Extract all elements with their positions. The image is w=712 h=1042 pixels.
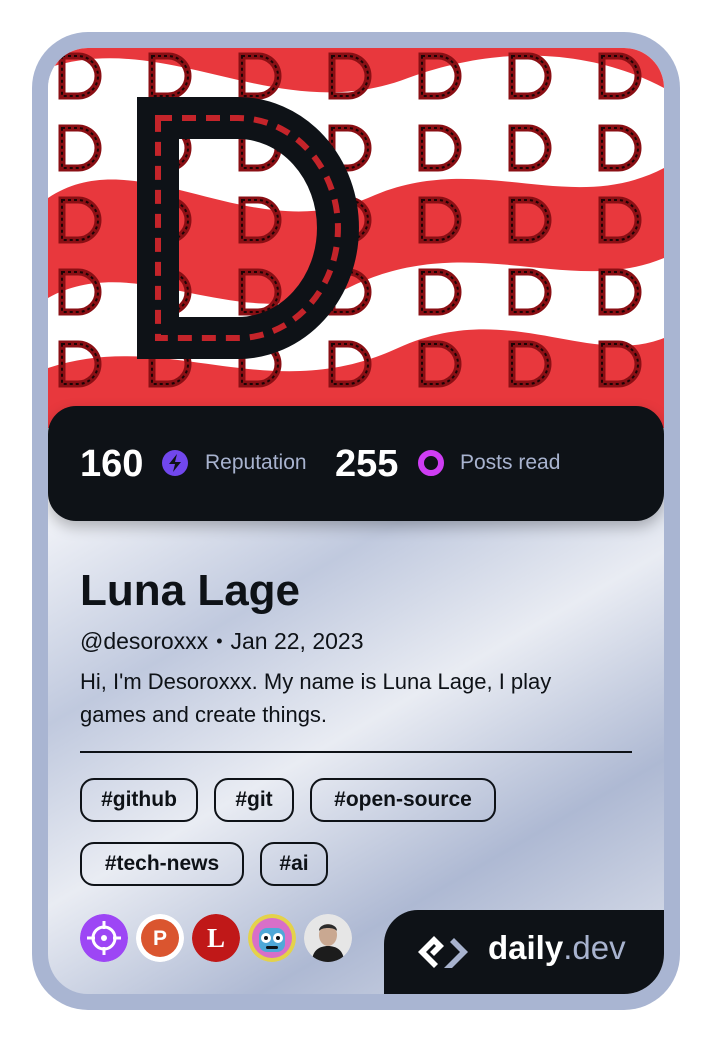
profile-name: Luna Lage (80, 566, 301, 615)
meta-separator: • (216, 631, 223, 651)
profile-meta: @desoroxxx • Jan 22, 2023 (80, 626, 364, 656)
robot-avatar-icon[interactable] (248, 914, 296, 962)
reputation-label: Reputation (205, 451, 307, 474)
profile-bio: Hi, I'm Desoroxxx. My name is Luna Lage,… (80, 669, 552, 727)
tag-chip[interactable]: #ai (260, 842, 328, 886)
profile-card: 160 Reputation 255 Posts read Luna Lage … (48, 48, 664, 994)
divider (80, 751, 632, 753)
reputation-value: 160 (80, 443, 144, 485)
tag-chip[interactable]: #git (214, 778, 294, 822)
l-squad-letter: L (207, 923, 225, 953)
l-squad-icon[interactable]: L (192, 914, 240, 962)
lightning-icon (162, 450, 188, 476)
tag-chip[interactable]: #github (80, 778, 198, 822)
person-avatar-icon[interactable] (304, 914, 352, 962)
cover-image (48, 48, 664, 428)
brand-name: daily.dev (488, 928, 626, 968)
brand-name-tld: .dev (563, 929, 626, 966)
posts-read-value: 255 (335, 443, 399, 485)
stats-bar: 160 Reputation 255 Posts read (48, 406, 664, 521)
eye-ring-icon (418, 450, 444, 476)
daily-dev-brand: daily.dev (384, 910, 664, 994)
profile-handle: @desoroxxx (80, 628, 209, 654)
posts-read-label: Posts read (460, 451, 561, 474)
join-date: Jan 22, 2023 (230, 628, 364, 654)
tag-chip[interactable]: #tech-news (80, 842, 244, 886)
tag-chip[interactable]: #open-source (310, 778, 496, 822)
product-hunt-letter: P (153, 927, 167, 950)
product-hunt-icon[interactable]: P (136, 914, 184, 962)
daily-dev-logo-icon (418, 936, 468, 968)
crosshair-squad-icon[interactable] (80, 914, 128, 962)
brand-name-main: daily (488, 929, 564, 966)
